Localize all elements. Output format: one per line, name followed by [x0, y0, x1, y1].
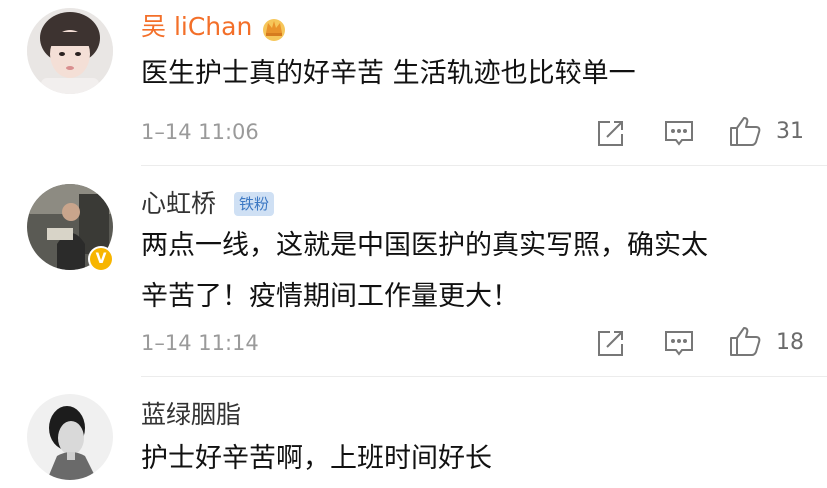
avatar[interactable]: [27, 8, 113, 94]
crown-icon: [260, 14, 288, 42]
comment-item: V 心虹桥 铁粉 两点一线，这就是中国医护的真实写照，确实太 辛苦了！疫情期间工…: [0, 166, 827, 376]
username[interactable]: 吴 liChan: [141, 12, 252, 42]
comment-text: 护士好辛苦啊，上班时间好长: [141, 443, 492, 474]
comment-text-line-2: 辛苦了！疫情期间工作量更大！: [141, 281, 519, 312]
fan-badge: 铁粉: [234, 192, 275, 216]
comment-text-line-1: 两点一线，这就是中国医护的真实写照，确实太: [141, 230, 708, 261]
thumbs-up-icon[interactable]: [728, 114, 762, 148]
comment-text: 医生护士真的好辛苦 生活轨迹也比较单一: [141, 58, 636, 89]
username[interactable]: 心虹桥: [141, 189, 216, 219]
comment-icon[interactable]: [662, 116, 696, 150]
timestamp: 1–14 11:14: [141, 331, 259, 355]
username[interactable]: 蓝绿胭脂: [141, 400, 241, 430]
comment-item: 蓝绿胭脂 护士好辛苦啊，上班时间好长: [0, 377, 827, 488]
comment-item: 吴 liChan 医生护士真的好辛苦 生活轨迹也比较单一 1–14 11:06 …: [0, 0, 827, 165]
like-count: 18: [776, 330, 804, 355]
share-icon[interactable]: [594, 326, 628, 360]
like-count: 31: [776, 119, 804, 144]
timestamp: 1–14 11:06: [141, 120, 259, 144]
share-icon[interactable]: [594, 116, 628, 150]
thumbs-up-icon[interactable]: [728, 324, 762, 358]
comment-icon[interactable]: [662, 326, 696, 360]
avatar[interactable]: [27, 394, 113, 480]
verified-icon: V: [88, 246, 114, 272]
